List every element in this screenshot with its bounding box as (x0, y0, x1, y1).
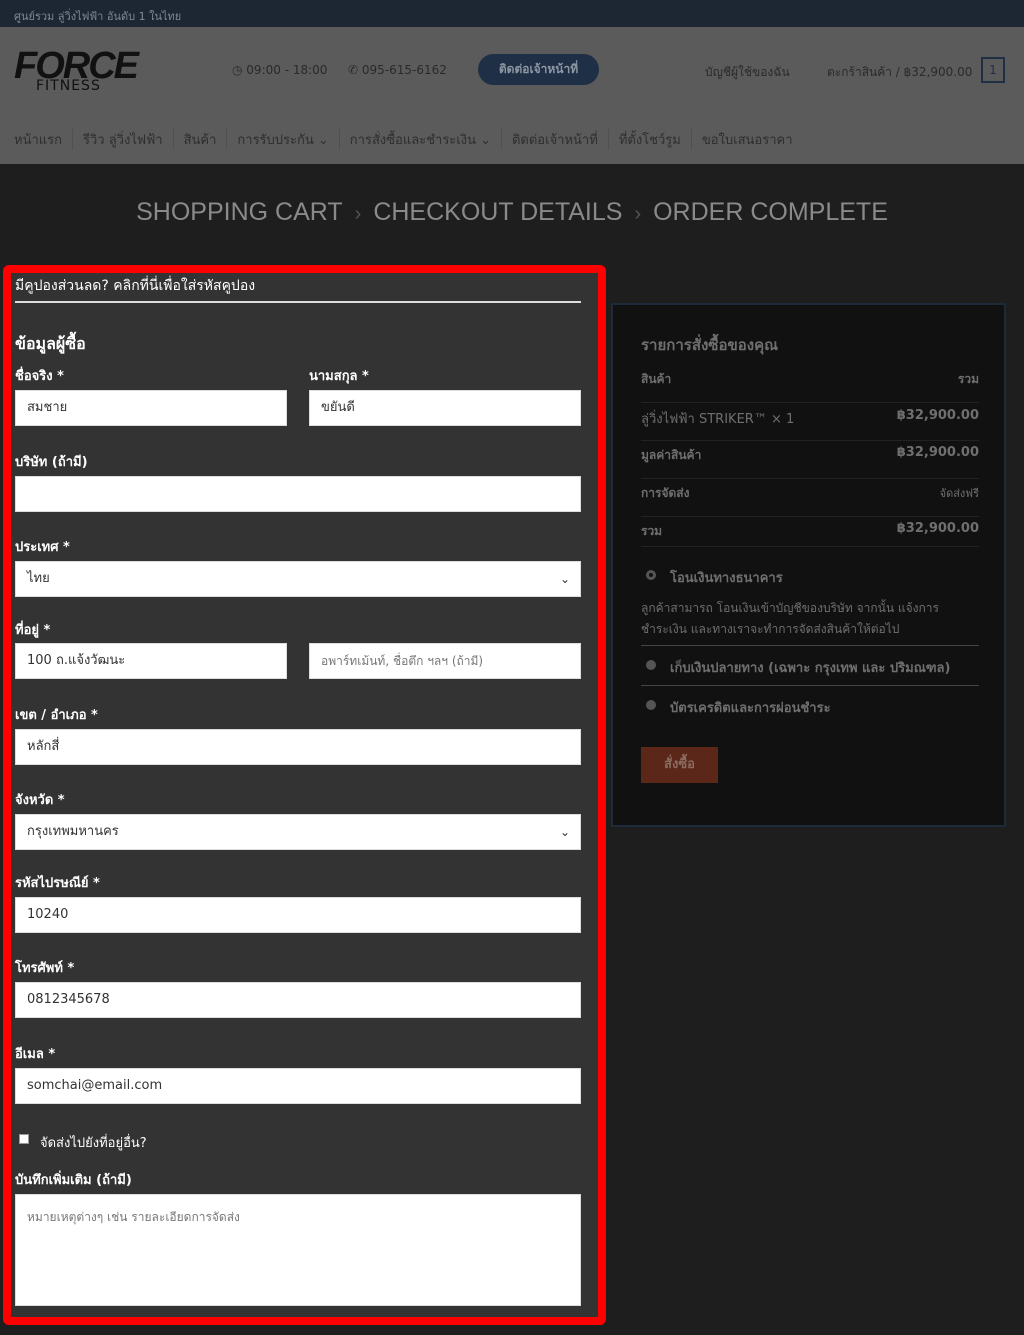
coupon-link[interactable]: มีคูปองส่วนลด? คลิกที่นี่เพื่อใส่รหัสคูป… (15, 275, 255, 297)
place-order-button[interactable]: สั่งซื้อ (641, 747, 718, 783)
cart-count-badge[interactable]: 1 (981, 57, 1005, 83)
logo-sub: FITNESS (36, 78, 101, 94)
last-name-input[interactable]: ขยันดี (309, 390, 581, 426)
email-input[interactable]: somchai@email.com (15, 1068, 581, 1104)
nav-item[interactable]: ที่ตั้งโชว์รูม (609, 129, 692, 150)
address1-input[interactable]: 100 ถ.แจ้งวัฒนะ (15, 643, 287, 679)
country-label: ประเทศ * (15, 540, 70, 555)
district-label: เขต / อำเภอ * (15, 708, 98, 723)
first-name-input[interactable]: สมชาย (15, 390, 287, 426)
notes-textarea[interactable]: หมายเหตุต่างๆ เช่น รายละเอียดการจัดส่ง (15, 1194, 581, 1306)
last-name-label: นามสกุล * (309, 369, 369, 384)
radio-bank-selected[interactable] (646, 570, 656, 580)
phone-label: โทรศัพท์ * (15, 961, 75, 976)
pay-card-label[interactable]: บัตรเครดิตและการผ่อนชำระ (670, 697, 831, 718)
nav-item[interactable]: การรับประกัน ⌄ (227, 129, 340, 150)
subtotal-row: มูลค่าสินค้า ฿32,900.00 (641, 441, 979, 479)
main-nav: หน้าแรก รีวิว ลู่วิ่งไฟฟ้า สินค้า การรับ… (14, 129, 803, 150)
top-bar-text: ศูนย์รวม ลู่วิ่งไฟฟ้า อันดับ 1 ในไทย (14, 10, 182, 23)
chevron-down-icon: ⌄ (559, 572, 570, 586)
divider (641, 685, 979, 686)
country-select[interactable]: ไทย ⌄ (15, 561, 581, 597)
company-label: บริษัท (ถ้ามี) (15, 455, 88, 470)
province-label: จังหวัด * (15, 793, 65, 808)
top-bar: ศูนย์รวม ลู่วิ่งไฟฟ้า อันดับ 1 ในไทย (0, 0, 1024, 27)
nav-item[interactable]: ติดต่อเจ้าหน้าที่ (502, 129, 609, 150)
ship-other-label[interactable]: จัดส่งไปยังที่อยู่อื่น? (40, 1132, 147, 1153)
shipping-row: การจัดส่ง จัดส่งฟรี (641, 479, 979, 517)
nav-item[interactable]: ขอใบเสนอราคา (692, 129, 803, 150)
cart-link[interactable]: ตะกร้าสินค้า / ฿32,900.00 (827, 63, 972, 82)
nav-item[interactable]: การสั่งซื้อและชำระเงิน ⌄ (340, 129, 502, 150)
postcode-label: รหัสไปรษณีย์ * (15, 876, 100, 891)
order-title: รายการสั่งซื้อของคุณ (641, 336, 779, 354)
site-header: FORCE FITNESS ◷ 09:00 - 18:00 ✆ 095-615-… (0, 27, 1024, 164)
step-checkout[interactable]: CHECKOUT DETAILS (373, 198, 622, 226)
checkout-steps: SHOPPING CART › CHECKOUT DETAILS › ORDER COM… (0, 198, 1024, 227)
order-header-row: สินค้า รวม (641, 365, 979, 403)
divider (15, 301, 581, 303)
first-name-label: ชื่อจริง * (15, 369, 64, 384)
hours: ◷ 09:00 - 18:00 (232, 63, 328, 77)
chevron-down-icon: ⌄ (559, 825, 570, 839)
nav-item[interactable]: รีวิว ลู่วิ่งไฟฟ้า (73, 129, 174, 150)
phone-input[interactable]: 0812345678 (15, 982, 581, 1018)
billing-heading: ข้อมูลผู้ซื้อ (15, 334, 86, 353)
step-complete: ORDER COMPLETE (653, 198, 888, 226)
pay-bank-desc: ชำระเงิน และทางเราจะทำการจัดส่งสินค้าให้… (641, 622, 900, 636)
account-link[interactable]: บัญชีผู้ใช้ของฉัน (705, 63, 790, 82)
postcode-input[interactable]: 10240 (15, 897, 581, 933)
pay-cod-label[interactable]: เก็บเงินปลายทาง (เฉพาะ กรุงเทพ และ ปริมณ… (670, 657, 950, 678)
address-label: ที่อยู่ * (15, 623, 51, 638)
province-select[interactable]: กรุงเทพมหานคร ⌄ (15, 814, 581, 850)
radio-cod[interactable] (646, 660, 656, 670)
phone-icon: ✆ (348, 63, 362, 77)
district-input[interactable]: หลักสี่ (15, 729, 581, 765)
order-item-row: ลู่วิ่งไฟฟ้า STRIKER™ × 1 ฿32,900.00 (641, 403, 979, 441)
pay-bank-desc: ลูกค้าสามารถ โอนเงินเข้าบัญชีของบริษัท จ… (641, 601, 939, 615)
phone[interactable]: ✆ 095-615-6162 (348, 63, 447, 77)
notes-label: บันทึกเพิ่มเติม (ถ้ามี) (15, 1173, 132, 1188)
order-summary: รายการสั่งซื้อของคุณ สินค้า รวม ลู่วิ่งไฟ… (611, 303, 1006, 827)
divider (641, 645, 979, 646)
chevron-right-icon: › (354, 203, 362, 225)
company-input[interactable] (15, 476, 581, 512)
step-cart[interactable]: SHOPPING CART (136, 198, 343, 226)
ship-other-checkbox[interactable] (19, 1134, 29, 1144)
contact-button[interactable]: ติดต่อเจ้าหน้าที่ (478, 54, 599, 85)
nav-item[interactable]: หน้าแรก (14, 129, 73, 150)
total-row: รวม ฿32,900.00 (641, 517, 979, 547)
radio-card[interactable] (646, 700, 656, 710)
address2-input[interactable]: อพาร์ทเม้นท์, ชื่อตึก ฯลฯ (ถ้ามี) (309, 643, 581, 679)
chevron-right-icon: › (634, 203, 642, 225)
nav-item[interactable]: สินค้า (174, 129, 228, 150)
clock-icon: ◷ (232, 63, 247, 77)
pay-bank-label[interactable]: โอนเงินทางธนาคาร (670, 567, 783, 588)
email-label: อีเมล * (15, 1047, 56, 1062)
